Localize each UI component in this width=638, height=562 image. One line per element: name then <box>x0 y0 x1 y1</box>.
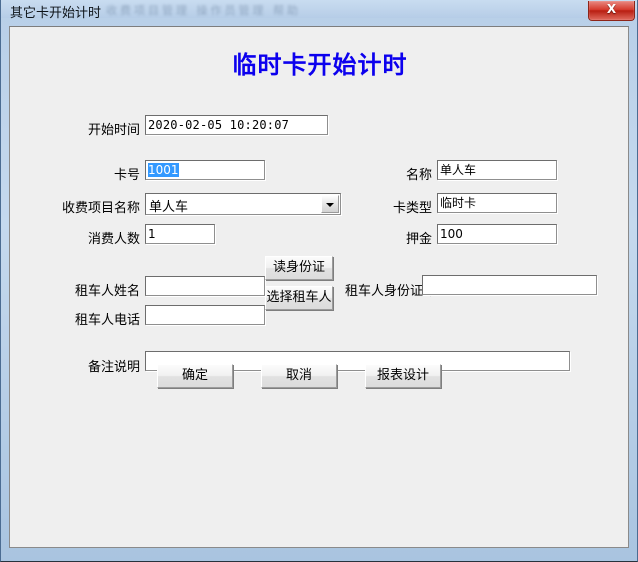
dialog-window: 收费项目管理 操作员管理 帮助 其它卡开始计时 X 临时卡开始计时 开始时间 2… <box>0 0 638 562</box>
person-count-input[interactable]: 1 <box>145 224 215 244</box>
cancel-button[interactable]: 取消 <box>261 364 337 388</box>
person-count-label: 消费人数 <box>87 232 140 247</box>
remark-label: 备注说明 <box>87 360 140 375</box>
name-input[interactable]: 单人车 <box>437 160 557 180</box>
card-type-label: 卡类型 <box>392 201 432 216</box>
chevron-down-icon[interactable] <box>321 195 339 213</box>
charge-item-label: 收费项目名称 <box>61 201 140 216</box>
renter-id-number-input[interactable] <box>422 275 597 295</box>
card-number-value: 1001 <box>148 163 179 177</box>
select-renter-button[interactable]: 选择租车人 <box>265 286 333 310</box>
page-title: 临时卡开始计时 <box>232 51 408 79</box>
deposit-label: 押金 <box>405 232 432 247</box>
start-time-input[interactable]: 2020-02-05 10:20:07 <box>145 115 328 135</box>
card-number-label: 卡号 <box>113 168 140 183</box>
name-label: 名称 <box>405 168 432 183</box>
card-number-input[interactable]: 1001 <box>145 160 265 180</box>
read-id-card-button[interactable]: 读身份证 <box>265 256 333 280</box>
window-title: 其它卡开始计时 <box>10 6 102 21</box>
confirm-button[interactable]: 确定 <box>157 364 233 388</box>
renter-phone-label: 租车人电话 <box>74 313 140 328</box>
charge-item-value: 单人车 <box>149 200 189 215</box>
renter-phone-input[interactable] <box>145 305 265 325</box>
start-time-label: 开始时间 <box>87 123 140 138</box>
title-bar: 其它卡开始计时 X <box>1 0 637 22</box>
renter-name-input[interactable] <box>145 276 265 296</box>
renter-name-label: 租车人姓名 <box>74 284 140 299</box>
dialog-client-area: 临时卡开始计时 开始时间 2020-02-05 10:20:07 卡号 1001… <box>9 26 629 548</box>
deposit-input[interactable]: 100 <box>437 224 557 244</box>
close-button[interactable]: X <box>588 1 635 21</box>
card-type-input[interactable]: 临时卡 <box>437 193 557 213</box>
close-icon: X <box>606 2 617 16</box>
charge-item-select[interactable]: 单人车 <box>145 193 341 215</box>
report-design-button[interactable]: 报表设计 <box>365 364 441 388</box>
